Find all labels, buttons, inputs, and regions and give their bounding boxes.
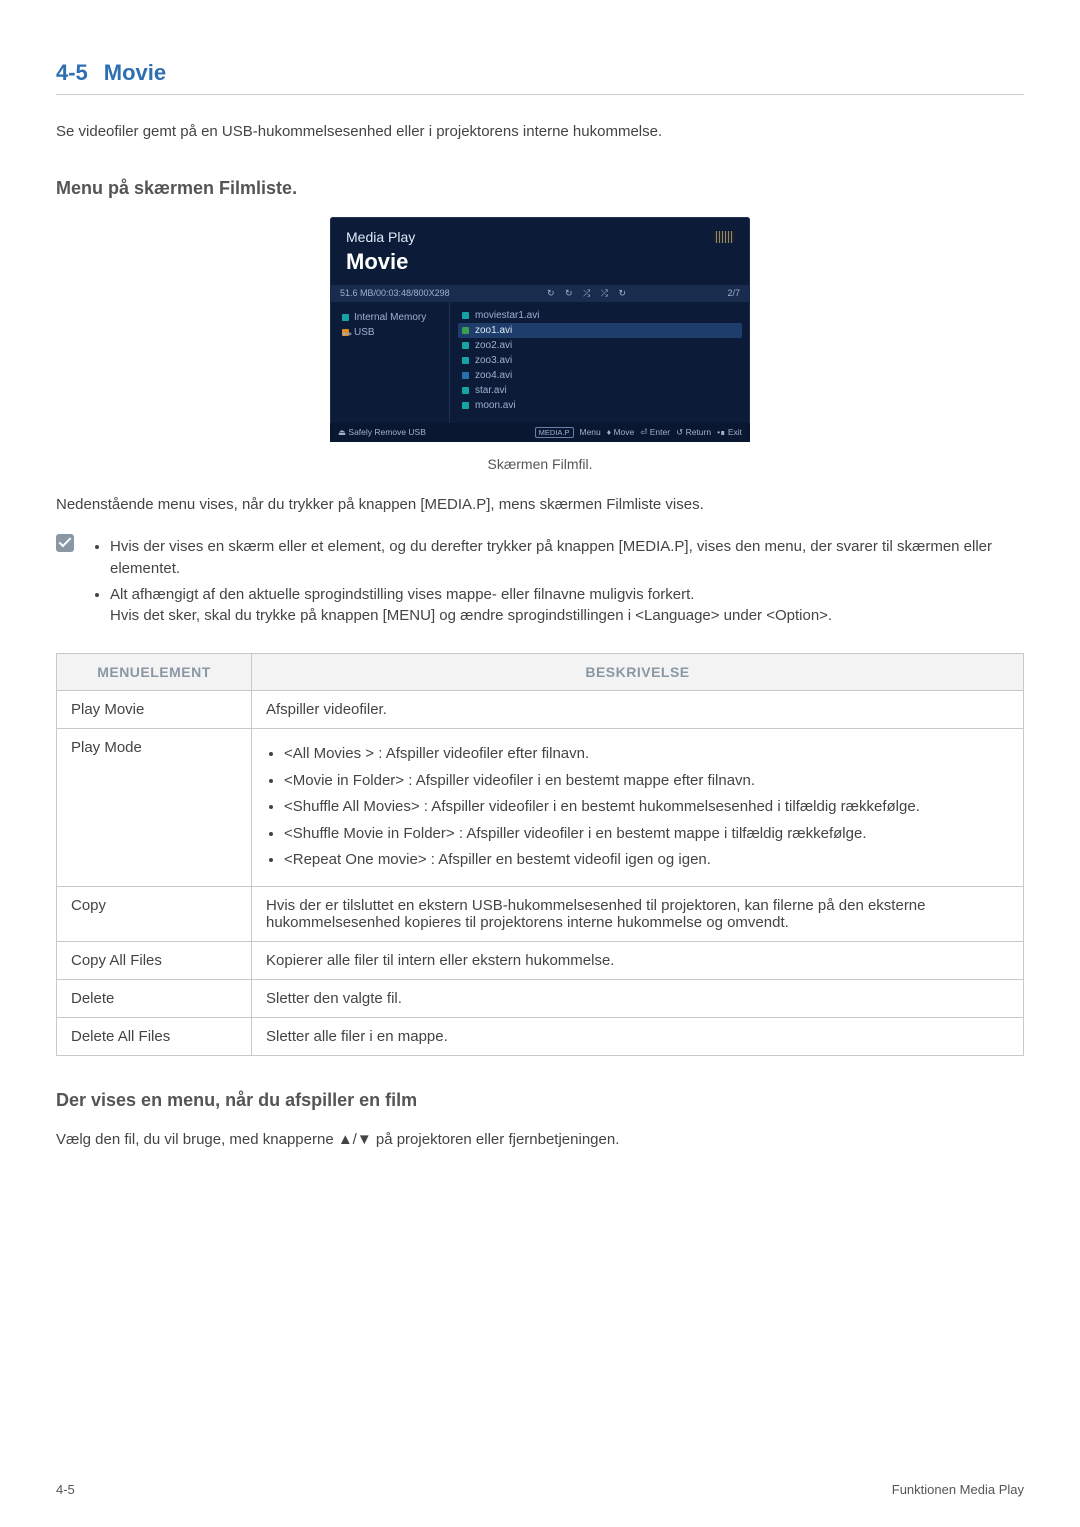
mp-file-item: moviestar1.avi — [458, 308, 742, 323]
table-row: Copy Hvis der er tilsluttet en ekstern U… — [57, 886, 1024, 941]
note-icon — [56, 534, 74, 552]
cell-label: Play Mode — [57, 729, 252, 887]
filmstrip-icon — [714, 231, 734, 243]
list-item: <Movie in Folder> : Afspiller videofiler… — [284, 770, 1009, 793]
table-row: Copy All Files Kopierer alle filer til i… — [57, 941, 1024, 979]
mp-file-info: 51.6 MB/00:03:48/800X298 — [340, 288, 450, 298]
table-header-beskrivelse: BESKRIVELSE — [252, 654, 1024, 691]
paragraph-playback: Vælg den fil, du vil bruge, med knappern… — [56, 1129, 1024, 1152]
mp-side-usb: ⊷USB — [342, 325, 443, 340]
cell-desc: Kopierer alle filer til intern eller eks… — [252, 941, 1024, 979]
section-title: Movie — [104, 60, 166, 86]
menu-table: MENUELEMENT BESKRIVELSE Play Movie Afspi… — [56, 653, 1024, 1056]
file-icon — [462, 372, 469, 379]
list-item: <All Movies > : Afspiller videofiler eft… — [284, 743, 1009, 766]
usb-icon: ⊷ — [342, 329, 349, 336]
mp-sidebar: Internal Memory ⊷USB — [330, 302, 450, 423]
table-row: Delete All Files Sletter alle filer i en… — [57, 1017, 1024, 1055]
mp-label-movie: Movie — [330, 249, 750, 285]
cell-label: Copy — [57, 886, 252, 941]
cell-label: Play Movie — [57, 691, 252, 729]
mp-infobar: 51.6 MB/00:03:48/800X298 ↻ ↻ ⤮ ⤮ ↻ 2/7 — [330, 285, 750, 302]
list-item: <Repeat One movie> : Afspiller en bestem… — [284, 849, 1009, 872]
file-icon — [462, 357, 469, 364]
table-row: Play Mode <All Movies > : Afspiller vide… — [57, 729, 1024, 887]
list-item: <Shuffle Movie in Folder> : Afspiller vi… — [284, 823, 1009, 846]
square-icon — [342, 314, 349, 321]
mp-pager: 2/7 — [727, 288, 740, 298]
paragraph-below-caption: Nedenstående menu vises, når du trykker … — [56, 494, 1024, 517]
cell-desc: Afspiller videofiler. — [252, 691, 1024, 729]
cell-label: Delete All Files — [57, 1017, 252, 1055]
footer-left: 4-5 — [56, 1482, 75, 1497]
cell-label: Delete — [57, 979, 252, 1017]
media-play-screenshot: Media Play Movie 51.6 MB/00:03:48/800X29… — [330, 217, 750, 442]
subheading-playback-menu: Der vises en menu, når du afspiller en f… — [56, 1090, 1024, 1111]
intro-paragraph: Se videofiler gemt på en USB-hukommelses… — [56, 121, 1024, 144]
cell-desc: Sletter alle filer i en mappe. — [252, 1017, 1024, 1055]
subheading-filmliste: Menu på skærmen Filmliste. — [56, 178, 1024, 199]
mp-label-mediaplay: Media Play — [346, 229, 415, 245]
mp-mode-glyphs: ↻ ↻ ⤮ ⤮ ↻ — [547, 288, 630, 299]
mp-footer-tag: MEDIA.P — [535, 427, 574, 438]
footer-right: Funktionen Media Play — [892, 1482, 1024, 1497]
list-item: <Shuffle All Movies> : Afspiller videofi… — [284, 796, 1009, 819]
cell-desc: Hvis der er tilsluttet en ekstern USB-hu… — [252, 886, 1024, 941]
figure-caption: Skærmen Filmfil. — [56, 456, 1024, 472]
mp-file-item: zoo2.avi — [458, 338, 742, 353]
table-row: Delete Sletter den valgte fil. — [57, 979, 1024, 1017]
page-footer: 4-5 Funktionen Media Play — [56, 1482, 1024, 1497]
mp-file-item: moon.avi — [458, 398, 742, 413]
table-header-menuelement: MENUELEMENT — [57, 654, 252, 691]
file-icon — [462, 312, 469, 319]
cell-desc: <All Movies > : Afspiller videofiler eft… — [252, 729, 1024, 887]
cell-label: Copy All Files — [57, 941, 252, 979]
mp-footer-hints: ⏏ Safely Remove USB MEDIA.P Menu ♦ Move … — [330, 423, 750, 442]
mp-file-item: zoo3.avi — [458, 353, 742, 368]
mp-file-item-selected: zoo1.avi — [458, 323, 742, 338]
mp-file-item: star.avi — [458, 383, 742, 398]
note-item: Hvis der vises en skærm eller et element… — [110, 536, 1024, 580]
file-icon — [462, 387, 469, 394]
note-item: Alt afhængigt af den aktuelle sprogindst… — [110, 584, 1024, 628]
file-icon — [462, 342, 469, 349]
mp-file-item: zoo4.avi — [458, 368, 742, 383]
table-row: Play Movie Afspiller videofiler. — [57, 691, 1024, 729]
file-icon — [462, 327, 469, 334]
mp-file-list: moviestar1.avi zoo1.avi zoo2.avi zoo3.av… — [450, 302, 750, 423]
section-number: 4-5 — [56, 60, 88, 86]
cell-desc: Sletter den valgte fil. — [252, 979, 1024, 1017]
file-icon — [462, 402, 469, 409]
section-header: 4-5 Movie — [56, 60, 1024, 95]
note-bullets: Hvis der vises en skærm eller et element… — [88, 532, 1024, 631]
mp-side-internal: Internal Memory — [342, 310, 443, 325]
